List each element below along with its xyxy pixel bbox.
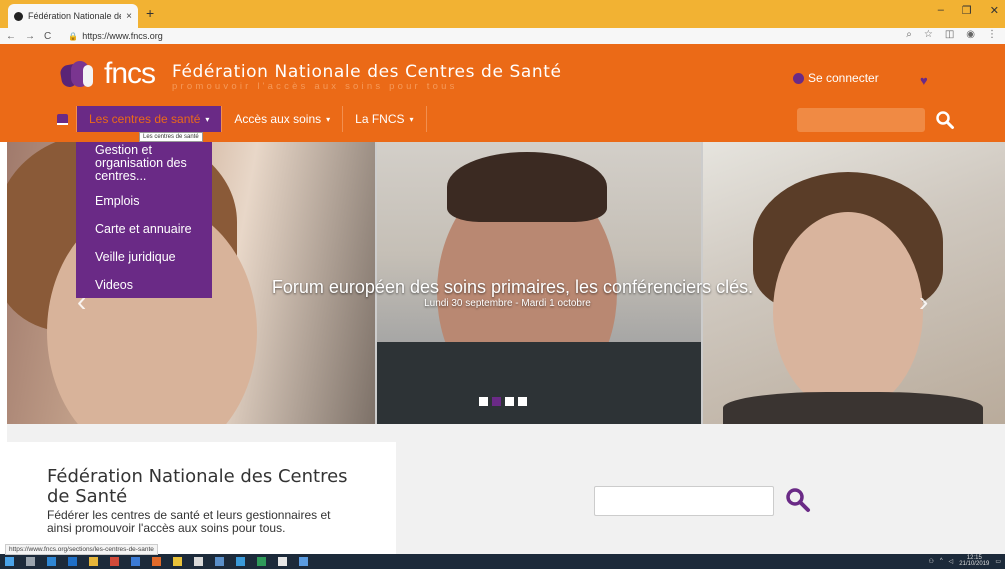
link-status-bar: https://www.fncs.org/sections/les-centre… bbox=[5, 544, 158, 555]
settings-icon[interactable] bbox=[215, 557, 224, 566]
tagline: promouvoir l'accès aux soins pour tous bbox=[172, 81, 458, 92]
reload-button[interactable]: C bbox=[44, 31, 51, 42]
minimize-button[interactable]: – bbox=[938, 4, 944, 17]
intro-title: Fédération Nationale des Centres de Sant… bbox=[47, 466, 348, 507]
zoom-icon[interactable]: ⌕ bbox=[906, 29, 912, 40]
main-nav: Les centres de santé ▾ Accès aux soins ▾… bbox=[48, 106, 427, 132]
start-icon[interactable] bbox=[5, 557, 14, 566]
login-link[interactable]: Se connecter bbox=[793, 71, 879, 85]
nav-item-acces-aux-soins[interactable]: Accès aux soins ▾ bbox=[221, 106, 342, 132]
dropdown-item-emplois[interactable]: Emplois bbox=[76, 195, 212, 208]
back-button[interactable]: ← bbox=[6, 31, 16, 42]
window-controls: – ❐ ✕ bbox=[938, 4, 999, 17]
tooltip: Les centres de santé bbox=[139, 132, 203, 142]
file-explorer-icon[interactable] bbox=[89, 557, 98, 566]
firefox-icon[interactable] bbox=[152, 557, 161, 566]
word-icon[interactable] bbox=[131, 557, 140, 566]
tab-title: Fédération Nationale des Centre bbox=[28, 11, 121, 21]
nav-label: La FNCS bbox=[355, 112, 405, 126]
logo-text[interactable]: fncs bbox=[104, 57, 156, 91]
bookmark-star-icon[interactable]: ☆ bbox=[924, 29, 933, 40]
hero-subtitle: Lundi 30 septembre - Mardi 1 octobre bbox=[424, 298, 591, 309]
browser-tabbar: Fédération Nationale des Centre × + – ❐ … bbox=[0, 0, 1005, 28]
menu-icon[interactable]: ⋮ bbox=[987, 29, 997, 40]
home-icon bbox=[56, 113, 68, 125]
carousel-indicators bbox=[479, 397, 527, 406]
nav-dropdown-menu: Gestion et organisation des centres... E… bbox=[76, 142, 212, 298]
forward-button[interactable]: → bbox=[25, 31, 35, 42]
clock[interactable]: 12:15 21/10/2019 bbox=[959, 555, 989, 567]
browser-tab[interactable]: Fédération Nationale des Centre × bbox=[8, 4, 138, 28]
chevron-down-icon: ▾ bbox=[205, 114, 210, 124]
nav-divider bbox=[425, 106, 427, 132]
section-divider bbox=[7, 424, 1005, 442]
site-favicon-icon bbox=[14, 11, 23, 21]
chevron-down-icon: ▾ bbox=[326, 114, 331, 124]
edge-icon[interactable] bbox=[68, 557, 77, 566]
search-icon[interactable] bbox=[785, 487, 811, 513]
site-header: fncs Fédération Nationale des Centres de… bbox=[0, 44, 1005, 142]
volume-icon[interactable]: ◁ bbox=[949, 558, 954, 565]
header-search-input[interactable] bbox=[797, 108, 925, 132]
os-taskbar: ⚇ ^ ◁ 12:15 21/10/2019 ▭ bbox=[0, 554, 1005, 569]
chrome-icon[interactable] bbox=[173, 557, 182, 566]
nav-item-centres-de-sante[interactable]: Les centres de santé ▾ bbox=[76, 106, 222, 132]
dropdown-item-videos[interactable]: Videos bbox=[76, 279, 212, 292]
mail-icon[interactable] bbox=[194, 557, 203, 566]
extension-icon[interactable]: ◫ bbox=[945, 29, 954, 40]
search-icon[interactable] bbox=[935, 110, 955, 130]
chevron-down-icon: ▾ bbox=[409, 114, 414, 124]
carousel-dot[interactable] bbox=[479, 397, 488, 406]
new-tab-button[interactable]: + bbox=[146, 5, 154, 21]
carousel-dot[interactable] bbox=[505, 397, 514, 406]
tray-chevron-icon[interactable]: ^ bbox=[940, 558, 943, 564]
dropdown-item-carte-annuaire[interactable]: Carte et annuaire bbox=[76, 223, 212, 236]
photos-icon[interactable] bbox=[278, 557, 287, 566]
url-field[interactable]: https://www.fncs.org bbox=[82, 31, 163, 41]
dropdown-item-veille-juridique[interactable]: Veille juridique bbox=[76, 251, 212, 264]
people-icon[interactable]: ⚇ bbox=[928, 558, 933, 565]
document-icon[interactable] bbox=[299, 557, 308, 566]
nav-item-la-fncs[interactable]: La FNCS ▾ bbox=[342, 106, 425, 132]
maximize-button[interactable]: ❐ bbox=[962, 4, 972, 17]
system-tray: ⚇ ^ ◁ 12:15 21/10/2019 ▭ bbox=[928, 555, 1001, 567]
lock-icon: 🔒 bbox=[68, 31, 79, 41]
home-button[interactable] bbox=[48, 106, 76, 132]
heart-icon[interactable]: ♥ bbox=[920, 73, 928, 88]
carousel-next-icon[interactable]: › bbox=[919, 286, 928, 318]
fncs-logo-icon[interactable] bbox=[59, 59, 99, 89]
user-icon bbox=[793, 72, 804, 84]
notifications-icon[interactable]: ▭ bbox=[995, 558, 1001, 565]
clock-date: 21/10/2019 bbox=[959, 561, 990, 567]
dropdown-item-gestion[interactable]: Gestion et organisation des centres... bbox=[76, 142, 212, 183]
tab-close-icon[interactable]: × bbox=[126, 11, 132, 22]
profile-icon[interactable]: ◉ bbox=[966, 29, 975, 40]
excel-icon[interactable] bbox=[257, 557, 266, 566]
teams-icon[interactable] bbox=[236, 557, 245, 566]
content-search-input[interactable] bbox=[594, 486, 774, 516]
app-icon[interactable] bbox=[110, 557, 119, 566]
close-window-button[interactable]: ✕ bbox=[990, 4, 999, 17]
login-label: Se connecter bbox=[808, 71, 879, 85]
site-name: Fédération Nationale des Centres de Sant… bbox=[172, 62, 562, 82]
store-icon[interactable] bbox=[47, 557, 56, 566]
browser-toolbar-icons: ⌕ ☆ ◫ ◉ ⋮ bbox=[906, 29, 997, 40]
carousel-dot[interactable] bbox=[492, 397, 501, 406]
intro-description: Fédérer les centres de santé et leurs ge… bbox=[47, 508, 331, 535]
nav-label: Accès aux soins bbox=[234, 112, 322, 126]
task-view-icon[interactable] bbox=[26, 557, 35, 566]
nav-label: Les centres de santé bbox=[89, 112, 201, 126]
address-bar: ← → C 🔒 https://www.fncs.org ⌕ ☆ ◫ ◉ ⋮ bbox=[0, 28, 1005, 44]
carousel-dot[interactable] bbox=[518, 397, 527, 406]
